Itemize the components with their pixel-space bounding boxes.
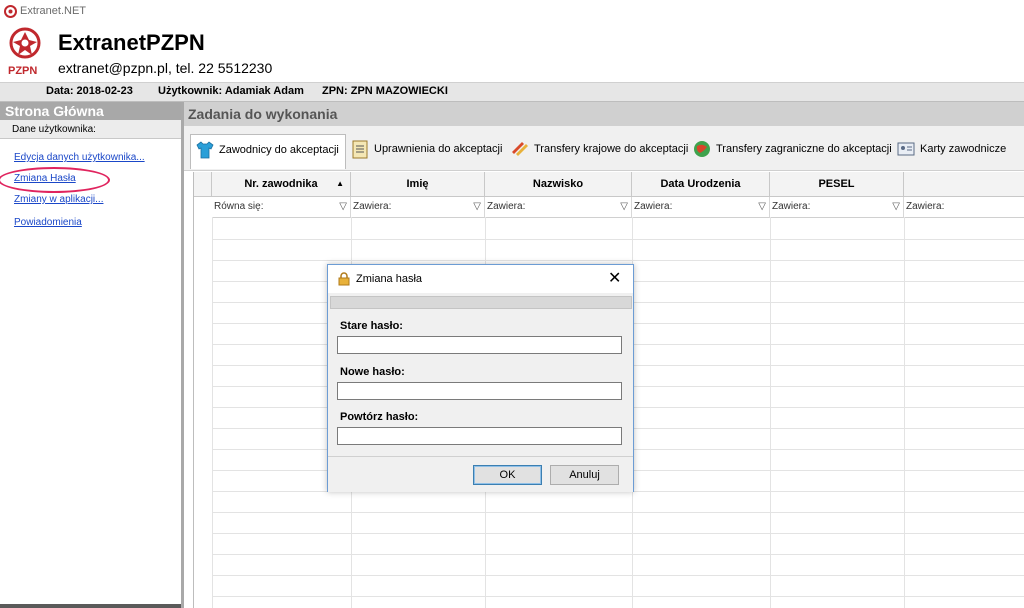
tab-domestic-transfers[interactable]: Transfery krajowe do akceptacji (506, 134, 688, 164)
grid-row-line (212, 554, 1024, 555)
column-header-last-name[interactable]: Nazwisko (485, 172, 632, 197)
column-header-player-no[interactable]: Nr. zawodnika ▲ (212, 172, 351, 197)
app-contact: extranet@pzpn.pl, tel. 22 5512230 (58, 60, 273, 76)
lock-icon (338, 272, 350, 286)
tab-player-cards[interactable]: Karty zawodnicze (892, 134, 1006, 164)
filter-pesel[interactable]: Zawiera: ▽ (770, 197, 904, 218)
row-header-corner (194, 172, 212, 197)
grid-row-line (212, 260, 1024, 261)
window-titlebar: Extranet.NET (0, 0, 1024, 24)
transfer-arrows-icon (512, 142, 528, 157)
change-password-dialog: Zmiana hasła ✕ Stare hasło: Nowe hasło: … (327, 264, 634, 492)
info-bar: Data: 2018-02-23 Użytkownik: Adamiak Ada… (0, 82, 1024, 102)
date-label: Data: 2018-02-23 (46, 85, 133, 97)
column-header-first-name[interactable]: Imię (351, 172, 485, 197)
sidebar-link-notifications[interactable]: Powiadomienia (14, 217, 82, 228)
globe-icon (694, 141, 710, 158)
main-title: Zadania do wykonania (188, 106, 338, 122)
sidebar-link-edit-user[interactable]: Edycja danych użytkownika... (14, 152, 145, 163)
tab-foreign-transfers[interactable]: Transfery zagraniczne do akceptacji (688, 134, 892, 164)
user-label: Użytkownik: Adamiak Adam (158, 85, 304, 97)
new-password-label: Nowe hasło: (340, 366, 405, 378)
column-header-birth-date[interactable]: Data Urodzenia (632, 172, 770, 197)
app-title: ExtranetPZPN (58, 30, 205, 55)
id-card-icon (897, 142, 915, 156)
filter-last-name[interactable]: Zawiera: ▽ (485, 197, 632, 218)
highlight-annotation (0, 167, 110, 193)
pzpn-eagle-icon (9, 27, 41, 59)
grid-row-line (212, 512, 1024, 513)
filter-icon[interactable]: ▽ (620, 197, 628, 217)
sidebar-link-app-changes[interactable]: Zmiany w aplikacji... (14, 194, 103, 205)
filter-player-no[interactable]: Równa się: ▽ (212, 197, 351, 218)
tab-permissions[interactable]: Uprawnienia do akceptacji (346, 134, 502, 164)
sidebar: Strona Główna Dane użytkownika: Edycja d… (0, 102, 184, 608)
sort-asc-icon: ▲ (336, 179, 344, 188)
sidebar-section-header: Dane użytkownika: (0, 120, 181, 139)
notepad-icon (352, 140, 368, 159)
zpn-label: ZPN: ZPN MAZOWIECKI (322, 85, 448, 97)
grid-row-line (212, 575, 1024, 576)
tab-players[interactable]: Zawodnicy do akceptacji (190, 134, 346, 169)
filter-birth-date[interactable]: Zawiera: ▽ (632, 197, 770, 218)
main-header: Zadania do wykonania (184, 102, 1024, 126)
old-password-label: Stare hasło: (340, 320, 403, 332)
cancel-button[interactable]: Anuluj (550, 465, 619, 485)
dialog-progress-bar (330, 296, 632, 309)
filter-icon[interactable]: ▽ (892, 197, 900, 217)
tab-bar: Zawodnicy do akceptacji Uprawnienia do a… (184, 126, 1024, 171)
logo-text: PZPN (8, 65, 38, 77)
pzpn-logo: PZPN (5, 26, 45, 78)
filter-icon[interactable]: ▽ (473, 197, 481, 217)
grid-col-line (770, 217, 771, 608)
dialog-footer: OK Anuluj (328, 456, 633, 492)
new-password-field[interactable] (337, 382, 622, 400)
grid-row-line (212, 239, 1024, 240)
sidebar-title: Strona Główna (0, 102, 181, 120)
ok-button[interactable]: OK (473, 465, 542, 485)
dialog-titlebar: Zmiana hasła ✕ (328, 265, 633, 293)
dialog-title: Zmiana hasła (356, 273, 423, 285)
shirt-icon (196, 141, 214, 159)
filter-icon[interactable]: ▽ (758, 197, 766, 217)
column-header-pesel[interactable]: PESEL (770, 172, 904, 197)
sidebar-resize-handle[interactable] (0, 604, 181, 608)
filter-extra[interactable]: Zawiera: (904, 197, 1024, 218)
grid-row-line (212, 596, 1024, 597)
filter-icon[interactable]: ▽ (339, 197, 347, 217)
repeat-password-label: Powtórz hasło: (340, 411, 419, 423)
grid-col-line (904, 217, 905, 608)
filter-first-name[interactable]: Zawiera: ▽ (351, 197, 485, 218)
app-logo-icon (4, 5, 17, 18)
grid-col-line (212, 217, 213, 608)
old-password-field[interactable] (337, 336, 622, 354)
window-title: Extranet.NET (20, 5, 87, 17)
repeat-password-field[interactable] (337, 427, 622, 445)
grid-row-line (212, 533, 1024, 534)
column-header-extra[interactable] (904, 172, 1024, 197)
close-icon[interactable]: ✕ (608, 268, 621, 288)
